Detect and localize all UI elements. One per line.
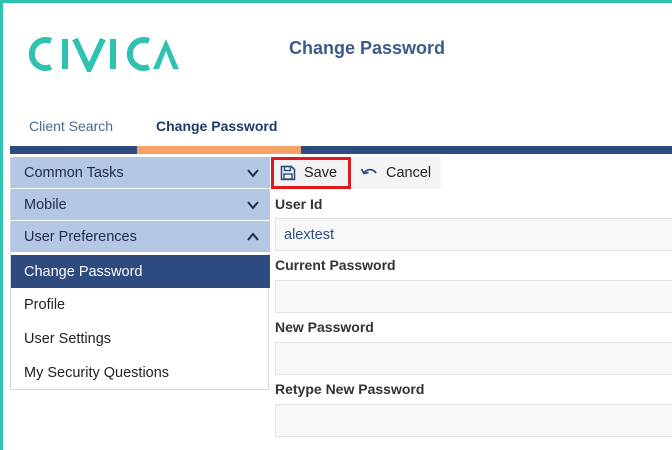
- user-id-field: alextest: [275, 218, 672, 251]
- retype-password-label: Retype New Password: [275, 381, 425, 397]
- civica-logo: [25, 36, 181, 77]
- new-password-label: New Password: [275, 319, 374, 335]
- current-password-input[interactable]: [275, 280, 672, 313]
- sidebar-item-user-settings[interactable]: User Settings: [11, 322, 270, 355]
- undo-arrow-icon: [360, 168, 377, 175]
- save-button[interactable]: Save: [271, 157, 351, 189]
- sidebar-section-user-preferences[interactable]: User Preferences: [11, 221, 270, 253]
- tab-client-search[interactable]: Client Search: [29, 118, 113, 134]
- active-tab-indicator: [137, 146, 301, 154]
- sidebar-section-common-tasks[interactable]: Common Tasks: [11, 157, 270, 189]
- user-id-label: User Id: [275, 196, 323, 212]
- tab-change-password[interactable]: Change Password: [156, 118, 277, 134]
- retype-password-input[interactable]: [275, 404, 672, 437]
- sidebar-section-label: User Preferences: [24, 228, 137, 245]
- chevron-up-icon: [247, 231, 259, 241]
- current-password-label: Current Password: [275, 257, 396, 273]
- chevron-down-icon: [247, 168, 259, 178]
- sidebar-section-label: Common Tasks: [24, 164, 124, 181]
- floppy-disk-icon: [280, 165, 296, 181]
- cancel-button-label: Cancel: [386, 165, 432, 181]
- sidebar-item-profile[interactable]: Profile: [11, 288, 270, 321]
- page-title: Change Password: [289, 38, 446, 58]
- sidebar-item-change-password[interactable]: Change Password: [11, 255, 270, 288]
- new-password-input[interactable]: [275, 342, 672, 375]
- cancel-button[interactable]: Cancel: [352, 157, 441, 189]
- sidebar-section-mobile[interactable]: Mobile: [11, 189, 270, 221]
- sidebar-item-my-security-questions[interactable]: My Security Questions: [11, 356, 270, 389]
- save-button-label: Save: [304, 165, 338, 181]
- sidebar: Common Tasks Mobile User Preferences Cha…: [10, 157, 270, 390]
- sidebar-section-label: Mobile: [24, 196, 67, 213]
- chevron-down-icon: [247, 200, 259, 210]
- nav-bar: [10, 146, 672, 154]
